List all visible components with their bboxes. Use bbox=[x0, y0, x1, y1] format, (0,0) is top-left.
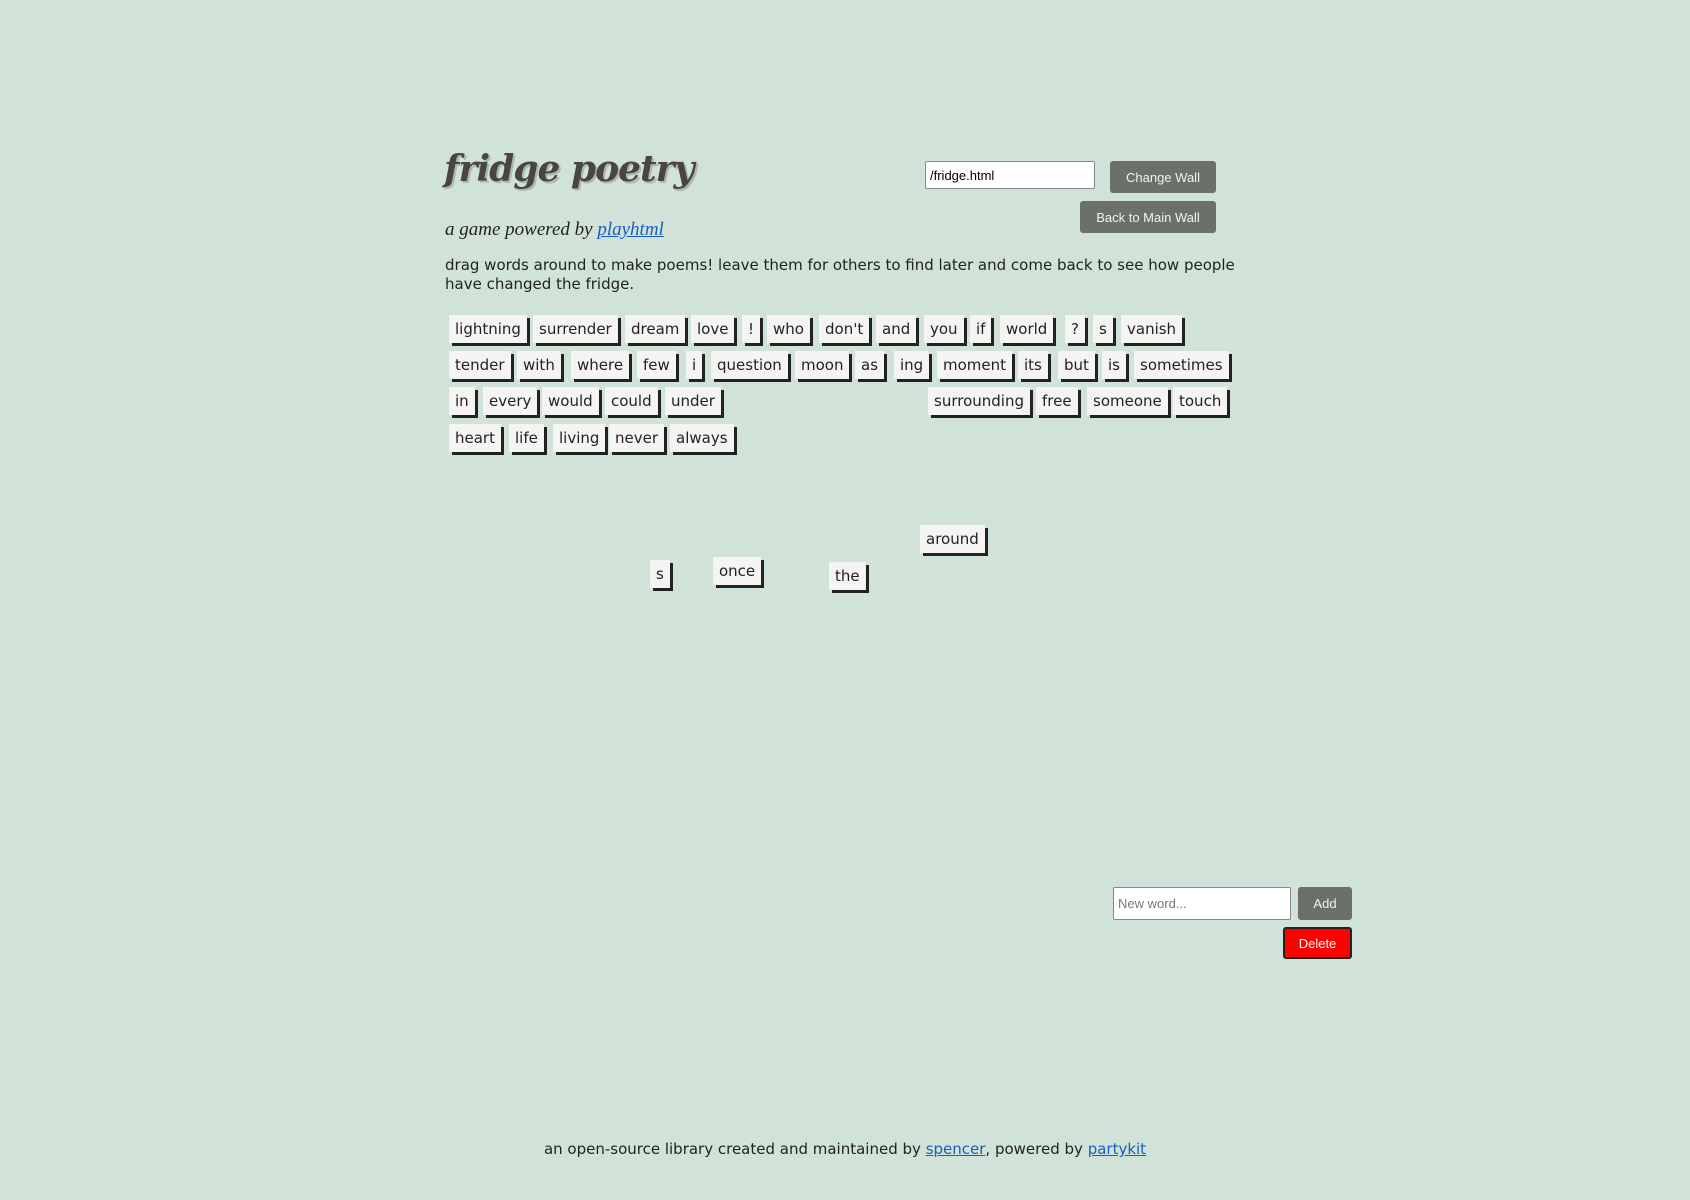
word-magnet[interactable]: vanish bbox=[1121, 315, 1183, 343]
word-magnet[interactable]: surrounding bbox=[928, 387, 1030, 415]
word-magnet[interactable]: s bbox=[1093, 315, 1113, 343]
word-magnet[interactable]: never bbox=[609, 424, 665, 452]
word-magnet[interactable]: ! bbox=[742, 315, 761, 343]
footer-powered-text: , powered by bbox=[985, 1140, 1083, 1158]
playhtml-link[interactable]: playhtml bbox=[597, 219, 664, 240]
word-magnet[interactable]: the bbox=[829, 562, 866, 590]
footer: an open-source library created and maint… bbox=[0, 1140, 1690, 1158]
word-magnet[interactable]: could bbox=[605, 387, 658, 415]
subtitle: a game powered by playhtml bbox=[445, 219, 664, 241]
word-magnet[interactable]: in bbox=[449, 387, 475, 415]
word-magnet[interactable]: tender bbox=[449, 351, 511, 379]
word-magnet[interactable]: i bbox=[686, 351, 703, 379]
partykit-link[interactable]: partykit bbox=[1088, 1140, 1146, 1158]
word-magnet[interactable]: lightning bbox=[449, 315, 527, 343]
add-word-button[interactable]: Add bbox=[1298, 887, 1352, 920]
word-magnet[interactable]: would bbox=[542, 387, 599, 415]
spencer-link[interactable]: spencer bbox=[926, 1140, 986, 1158]
footer-text: an open-source library created and maint… bbox=[543, 1140, 921, 1158]
word-magnet[interactable]: every bbox=[483, 387, 538, 415]
word-magnet[interactable]: sometimes bbox=[1134, 351, 1229, 379]
page-title: fridge poetry bbox=[444, 148, 695, 190]
word-magnet[interactable]: moon bbox=[795, 351, 850, 379]
word-magnet[interactable]: but bbox=[1058, 351, 1095, 379]
word-magnet[interactable]: and bbox=[876, 315, 917, 343]
word-magnet[interactable]: its bbox=[1018, 351, 1048, 379]
word-magnet[interactable]: question bbox=[711, 351, 788, 379]
word-magnet[interactable]: love bbox=[691, 315, 735, 343]
word-magnet[interactable]: heart bbox=[449, 424, 501, 452]
description: drag words around to make poems! leave t… bbox=[445, 256, 1235, 293]
word-magnet[interactable]: don't bbox=[819, 315, 870, 343]
word-magnet[interactable]: s bbox=[650, 560, 670, 588]
word-magnet[interactable]: who bbox=[767, 315, 810, 343]
word-magnet[interactable]: you bbox=[924, 315, 964, 343]
word-magnet[interactable]: someone bbox=[1087, 387, 1168, 415]
word-magnet[interactable]: around bbox=[920, 525, 985, 553]
word-magnet[interactable]: living bbox=[553, 424, 606, 452]
word-magnet[interactable]: under bbox=[665, 387, 721, 415]
word-magnet[interactable]: if bbox=[970, 315, 992, 343]
word-magnet[interactable]: where bbox=[571, 351, 630, 379]
subtitle-text: a game powered by bbox=[445, 219, 593, 240]
word-magnet[interactable]: few bbox=[637, 351, 676, 379]
back-to-main-wall-button[interactable]: Back to Main Wall bbox=[1080, 201, 1216, 233]
word-magnet[interactable]: always bbox=[670, 424, 734, 452]
word-magnet[interactable]: moment bbox=[937, 351, 1013, 379]
word-magnet[interactable]: dream bbox=[625, 315, 686, 343]
word-magnet[interactable]: with bbox=[517, 351, 561, 379]
delete-button[interactable]: Delete bbox=[1283, 927, 1352, 959]
word-magnet[interactable]: free bbox=[1036, 387, 1078, 415]
word-magnet[interactable]: life bbox=[509, 424, 544, 452]
word-magnet[interactable]: as bbox=[855, 351, 885, 379]
new-word-input[interactable] bbox=[1113, 887, 1291, 920]
word-magnet[interactable]: ? bbox=[1065, 315, 1085, 343]
change-wall-button[interactable]: Change Wall bbox=[1110, 161, 1216, 193]
word-magnet[interactable]: surrender bbox=[533, 315, 618, 343]
word-magnet[interactable]: once bbox=[713, 557, 762, 585]
word-magnet[interactable]: is bbox=[1102, 351, 1126, 379]
wall-path-input[interactable] bbox=[925, 161, 1095, 189]
word-magnet[interactable]: world bbox=[1000, 315, 1054, 343]
word-magnet[interactable]: ing bbox=[894, 351, 930, 379]
word-magnet[interactable]: touch bbox=[1173, 387, 1228, 415]
